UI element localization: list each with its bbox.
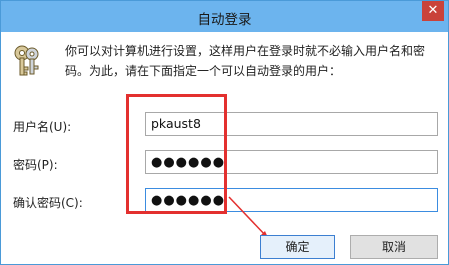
auto-login-dialog: 自动登录 ✕ 你可以对计算机进行设置，这样用户在登录时就不必输入用户名和密 码。… <box>0 0 449 265</box>
description-line-2: 码。为此，请在下面指定一个可以自动登录的用户： <box>65 64 342 78</box>
cancel-button[interactable]: 取消 <box>350 235 438 259</box>
window-title: 自动登录 <box>197 12 252 28</box>
confirm-password-label: 确认密码(C): <box>13 196 83 210</box>
username-label: 用户名(U): <box>13 120 72 134</box>
annotation-highlight-box <box>126 94 227 214</box>
description-line-1: 你可以对计算机进行设置，这样用户在登录时就不必输入用户名和密 <box>65 44 426 58</box>
password-label: 密码(P): <box>13 158 58 172</box>
close-button[interactable]: ✕ <box>422 1 444 21</box>
key-icon <box>14 45 39 76</box>
ok-button[interactable]: 确定 <box>260 235 335 259</box>
description-text: 你可以对计算机进行设置，这样用户在登录时就不必输入用户名和密 码。为此，请在下面… <box>65 41 437 81</box>
title-bar[interactable]: 自动登录 ✕ <box>1 1 448 32</box>
close-icon: ✕ <box>427 3 439 18</box>
